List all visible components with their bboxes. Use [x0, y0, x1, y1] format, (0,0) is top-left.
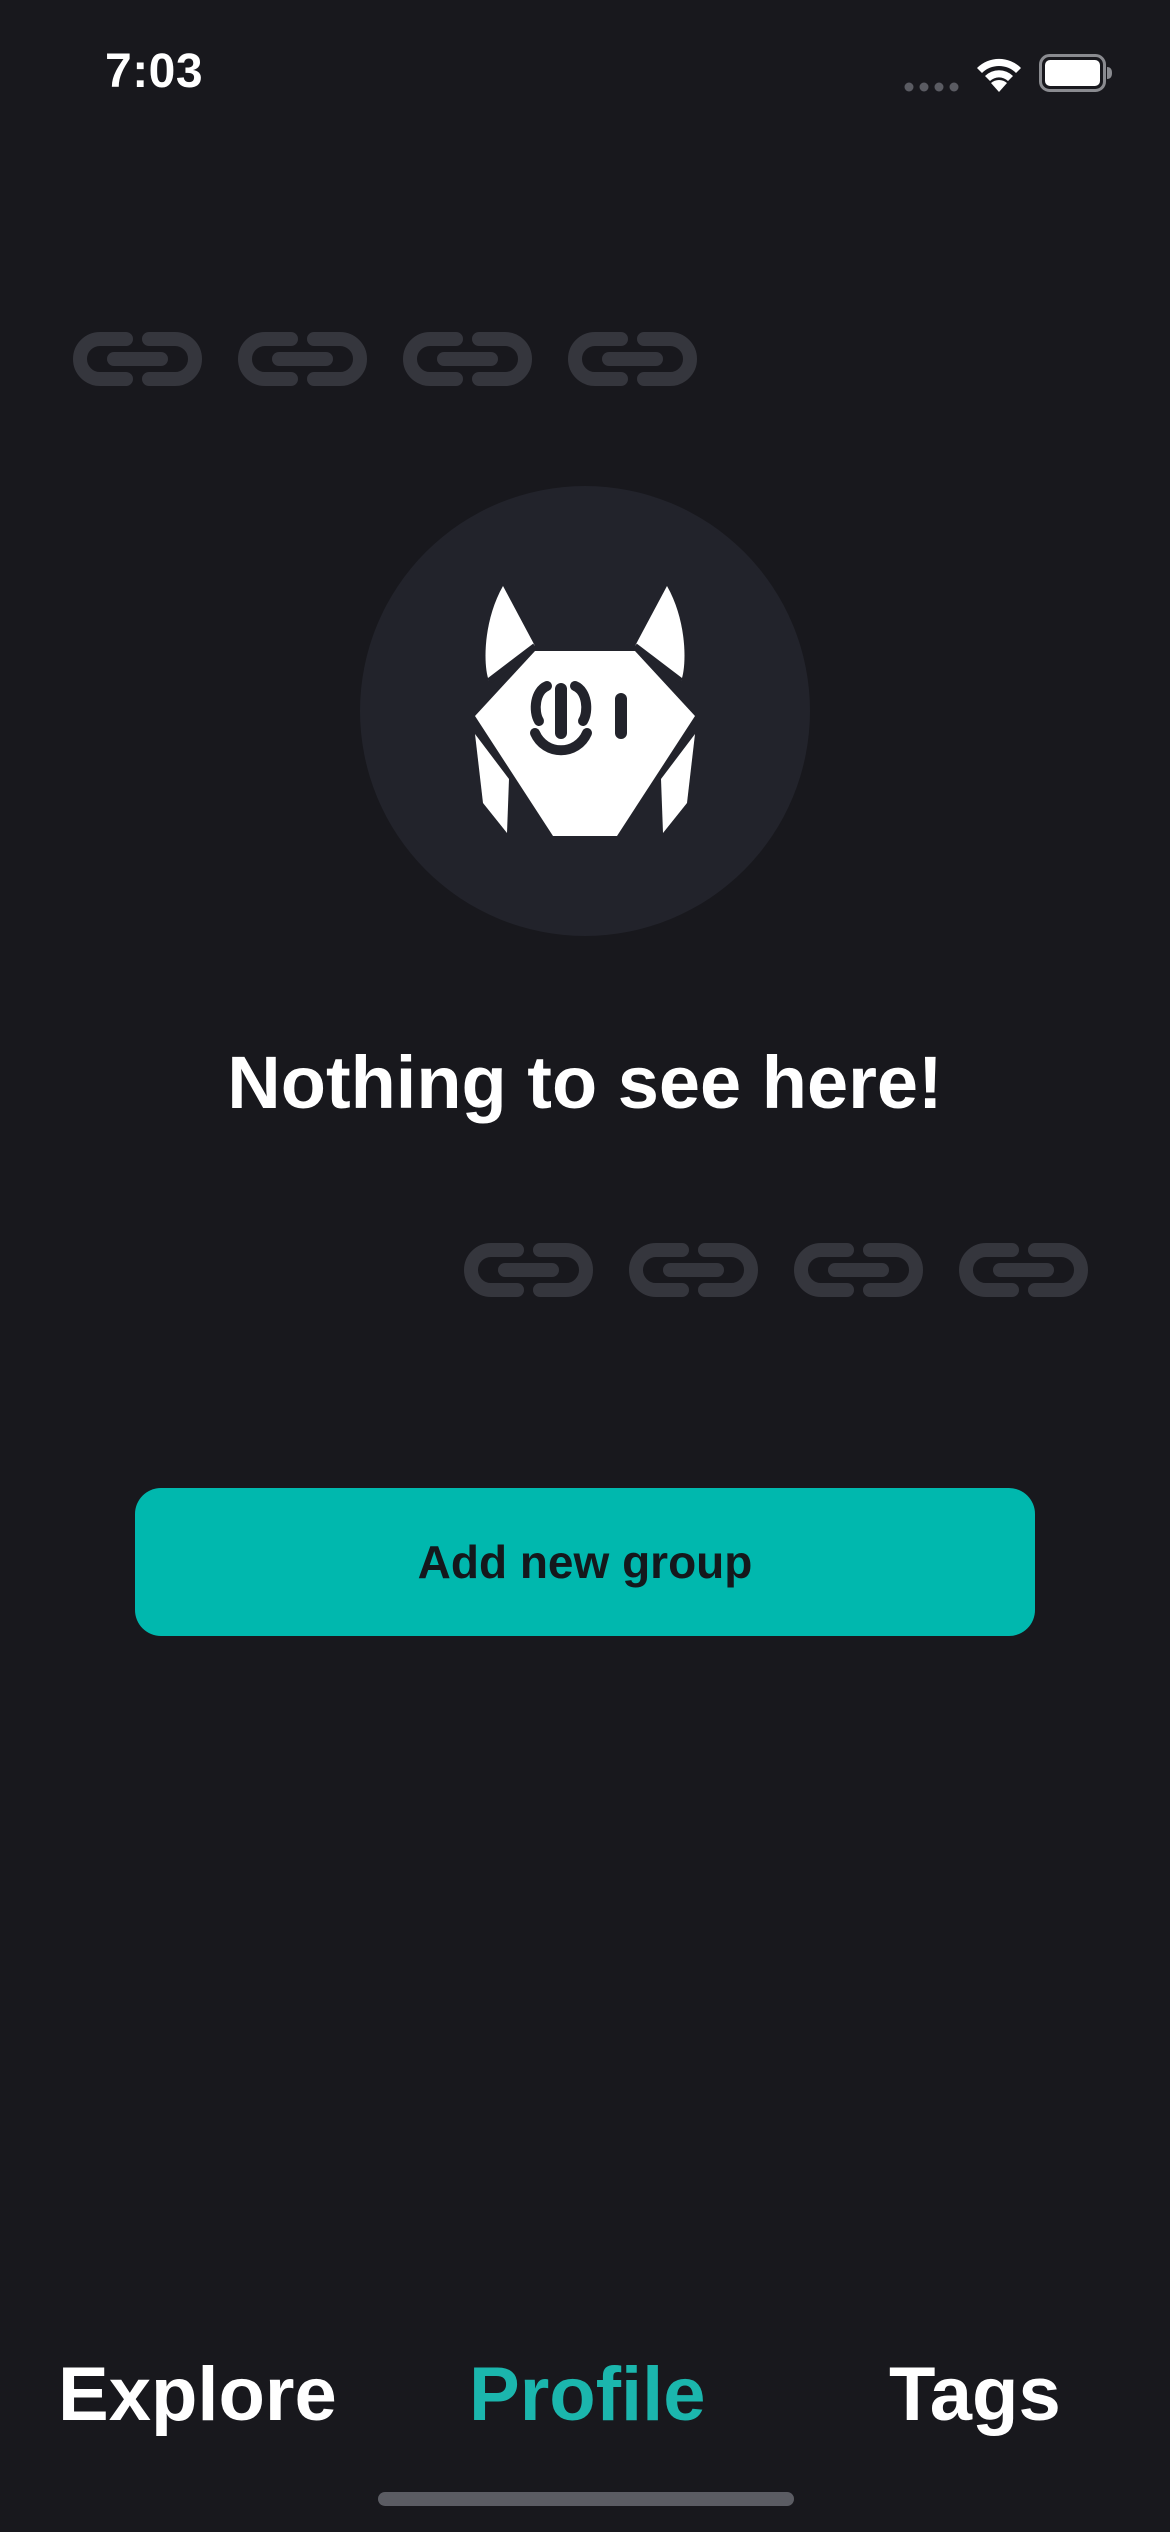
link-icon [794, 1243, 923, 1297]
empty-state-title: Nothing to see here! [227, 1041, 943, 1124]
wifi-icon [977, 58, 1021, 92]
empty-state-avatar [360, 486, 810, 936]
add-new-group-button[interactable]: Add new group [135, 1488, 1035, 1636]
home-indicator[interactable] [378, 2492, 794, 2506]
bottom-tab-bar: Explore Profile Tags [0, 2340, 1170, 2450]
link-icon [629, 1243, 758, 1297]
link-icon [73, 332, 202, 386]
tab-profile[interactable]: Profile [469, 2340, 706, 2450]
decorative-link-row-top [70, 331, 700, 387]
cellular-signal-icon [904, 82, 959, 92]
battery-icon [1039, 54, 1112, 92]
link-icon [568, 332, 697, 386]
status-bar: 7:03 [0, 0, 1170, 150]
wolf-logo-icon [475, 586, 695, 836]
status-time: 7:03 [105, 45, 204, 98]
tab-explore[interactable]: Explore [58, 2340, 337, 2450]
link-icon [959, 1243, 1088, 1297]
tab-tags[interactable]: Tags [889, 2340, 1061, 2450]
link-icon [464, 1243, 593, 1297]
link-icon [403, 332, 532, 386]
link-icon [238, 332, 367, 386]
decorative-link-row-bottom [461, 1242, 1091, 1298]
